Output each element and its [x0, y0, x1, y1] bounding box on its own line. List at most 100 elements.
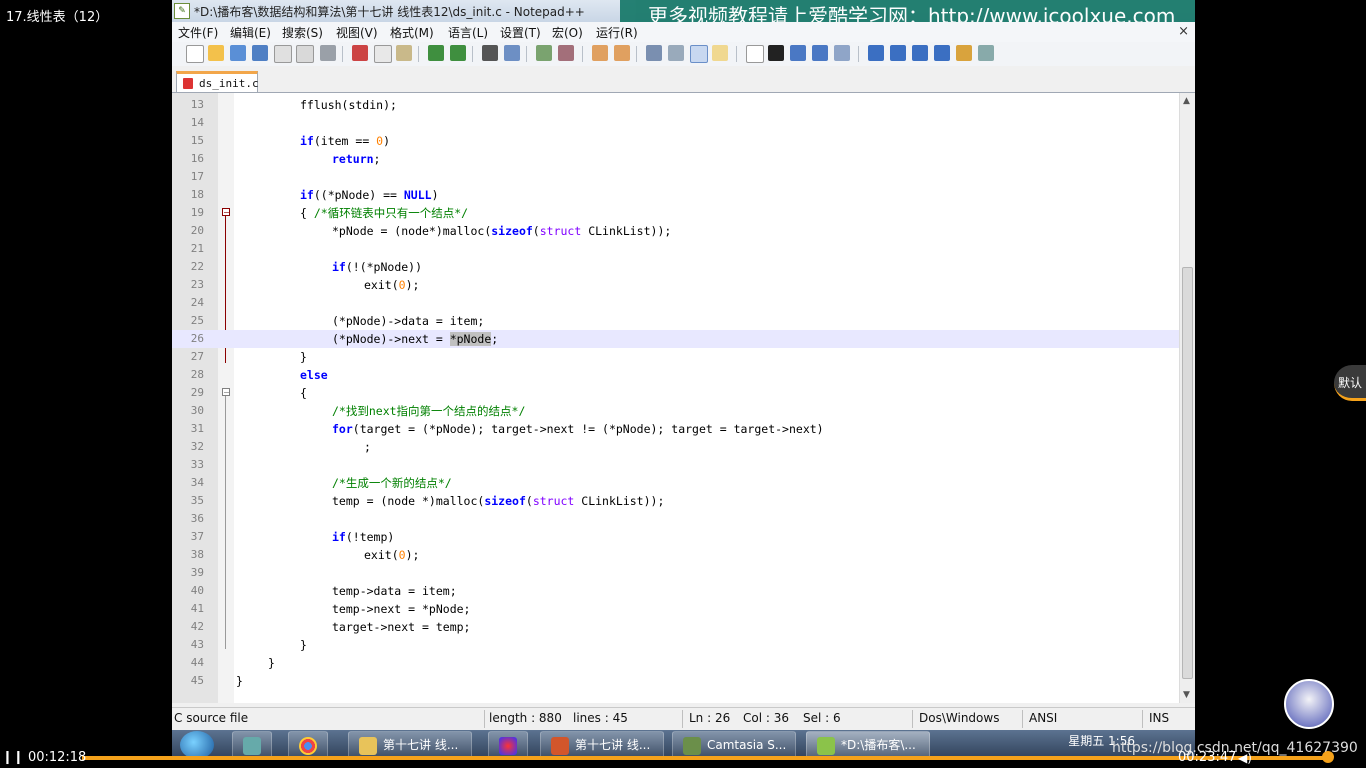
- code-text[interactable]: *pNode = (node*)malloc(sizeof(struct CLi…: [332, 222, 671, 240]
- code-line[interactable]: 18 if((*pNode) == NULL): [172, 186, 1179, 204]
- video-progress-bar[interactable]: [82, 756, 1330, 760]
- code-text[interactable]: {: [300, 384, 307, 402]
- arrow-up-icon[interactable]: [890, 45, 906, 61]
- code-line[interactable]: 25 (*pNode)->data = item;: [172, 312, 1179, 330]
- code-line[interactable]: 28 else: [172, 366, 1179, 384]
- code-line[interactable]: 33: [172, 456, 1179, 474]
- code-line[interactable]: 15 if(item == 0): [172, 132, 1179, 150]
- code-text[interactable]: if(!(*pNode)): [332, 258, 422, 276]
- sync-h-icon[interactable]: [614, 45, 630, 61]
- code-text[interactable]: else: [300, 366, 328, 384]
- code-line[interactable]: 45}: [172, 672, 1179, 690]
- taskbar-media-icon[interactable]: [488, 731, 528, 759]
- code-line[interactable]: 13 fflush(stdin);: [172, 96, 1179, 114]
- code-text[interactable]: /*生成一个新的结点*/: [332, 474, 452, 492]
- collapse-icon[interactable]: [868, 45, 884, 61]
- scroll-up-icon[interactable]: ▲: [1183, 96, 1190, 106]
- menu-run[interactable]: 运行(R): [596, 24, 638, 41]
- zoom-in-icon[interactable]: [536, 45, 552, 61]
- code-line[interactable]: 41 temp->next = *pNode;: [172, 600, 1179, 618]
- doc-map-icon[interactable]: [712, 45, 728, 61]
- code-text[interactable]: fflush(stdin);: [300, 96, 397, 114]
- taskbar-item-ppt[interactable]: 第十七讲 线...: [540, 731, 664, 759]
- code-text[interactable]: { /*循环链表中只有一个结点*/: [300, 204, 468, 222]
- run-multiple-icon[interactable]: [812, 45, 828, 61]
- menu-edit[interactable]: 编辑(E): [230, 24, 271, 41]
- taskbar-explorer-icon[interactable]: [232, 731, 272, 759]
- word-wrap-icon[interactable]: [646, 45, 662, 61]
- code-line[interactable]: 26 (*pNode)->next = *pNode;: [172, 330, 1179, 348]
- stop-record-icon[interactable]: [768, 45, 784, 61]
- code-line[interactable]: 31 for(target = (*pNode); target->next !=…: [172, 420, 1179, 438]
- code-text[interactable]: return;: [332, 150, 380, 168]
- sync-v-icon[interactable]: [592, 45, 608, 61]
- menu-format[interactable]: 格式(M): [390, 24, 434, 41]
- playback-icon[interactable]: [790, 45, 806, 61]
- pause-icon[interactable]: ❙❙: [2, 750, 24, 765]
- code-line[interactable]: 35 temp = (node *)malloc(sizeof(struct CL…: [172, 492, 1179, 510]
- code-text[interactable]: if((*pNode) == NULL): [300, 186, 439, 204]
- code-text[interactable]: if(item == 0): [300, 132, 390, 150]
- code-line[interactable]: 43}: [172, 636, 1179, 654]
- paste-icon[interactable]: [396, 45, 412, 61]
- code-line[interactable]: 39: [172, 564, 1179, 582]
- code-text[interactable]: temp->data = item;: [332, 582, 457, 600]
- launch-icon[interactable]: [956, 45, 972, 61]
- code-line[interactable]: 40 temp->data = item;: [172, 582, 1179, 600]
- code-line[interactable]: 14: [172, 114, 1179, 132]
- code-line[interactable]: 29 {: [172, 384, 1179, 402]
- expand-icon[interactable]: [934, 45, 950, 61]
- code-text[interactable]: /*找到next指向第一个结点的结点*/: [332, 402, 525, 420]
- code-text[interactable]: }: [268, 654, 275, 672]
- code-text[interactable]: temp = (node *)malloc(sizeof(struct CLin…: [332, 492, 664, 510]
- code-line[interactable]: 16 return;: [172, 150, 1179, 168]
- menu-settings[interactable]: 设置(T): [500, 24, 541, 41]
- menu-macro[interactable]: 宏(O): [552, 24, 583, 41]
- code-text[interactable]: }: [300, 636, 307, 654]
- volume-icon[interactable]: ◀): [1238, 751, 1252, 765]
- show-all-chars-icon[interactable]: [668, 45, 684, 61]
- close-doc-icon[interactable]: ×: [1178, 24, 1189, 39]
- print-icon[interactable]: [320, 45, 336, 61]
- save-icon[interactable]: [230, 45, 246, 61]
- code-text[interactable]: target->next = temp;: [332, 618, 470, 636]
- record-macro-icon[interactable]: [746, 45, 764, 63]
- menu-language[interactable]: 语言(L): [448, 24, 488, 41]
- code-text[interactable]: if(!temp): [332, 528, 394, 546]
- taskbar-chrome-icon[interactable]: [288, 731, 328, 759]
- redo-icon[interactable]: [450, 45, 466, 61]
- new-file-icon[interactable]: [186, 45, 204, 63]
- code-line[interactable]: 17: [172, 168, 1179, 186]
- code-line[interactable]: 20 *pNode = (node*)malloc(sizeof(struct C…: [172, 222, 1179, 240]
- code-line[interactable]: 34 /*生成一个新的结点*/: [172, 474, 1179, 492]
- indent-guide-icon[interactable]: [690, 45, 708, 63]
- tab-ds-init[interactable]: ds_init.c: [176, 71, 259, 92]
- menu-file[interactable]: 文件(F): [178, 24, 218, 41]
- code-line[interactable]: 44}: [172, 654, 1179, 672]
- code-line[interactable]: 22 if(!(*pNode)): [172, 258, 1179, 276]
- vertical-scrollbar[interactable]: ▲ ▼: [1179, 93, 1195, 703]
- code-editor[interactable]: 13 fflush(stdin); 14 15 if(item == 0) 16 retur…: [172, 93, 1179, 703]
- taskbar-item-folder[interactable]: 第十七讲 线...: [348, 731, 472, 759]
- find-icon[interactable]: [482, 45, 498, 61]
- replace-icon[interactable]: [504, 45, 520, 61]
- code-line[interactable]: 37 if(!temp): [172, 528, 1179, 546]
- fold-minus-icon[interactable]: −: [222, 208, 230, 217]
- taskbar-item-camtasia[interactable]: Camtasia S...: [672, 731, 796, 759]
- zoom-out-icon[interactable]: [558, 45, 574, 61]
- undo-icon[interactable]: [428, 45, 444, 61]
- cut-icon[interactable]: [352, 45, 368, 61]
- code-line[interactable]: 38 exit(0);: [172, 546, 1179, 564]
- code-text[interactable]: }: [236, 672, 243, 690]
- arrow-down-icon[interactable]: [912, 45, 928, 61]
- code-line[interactable]: 42 target->next = temp;: [172, 618, 1179, 636]
- code-line[interactable]: 32;: [172, 438, 1179, 456]
- code-text[interactable]: }: [300, 348, 307, 366]
- code-text[interactable]: (*pNode)->next = *pNode;: [332, 330, 498, 348]
- save-macro-icon[interactable]: [834, 45, 850, 61]
- code-line[interactable]: 30 /*找到next指向第一个结点的结点*/: [172, 402, 1179, 420]
- taskbar-item-notepadpp[interactable]: *D:\播布客\...: [806, 731, 930, 759]
- spellcheck-icon[interactable]: [978, 45, 994, 61]
- code-line[interactable]: 36: [172, 510, 1179, 528]
- open-file-icon[interactable]: [208, 45, 224, 61]
